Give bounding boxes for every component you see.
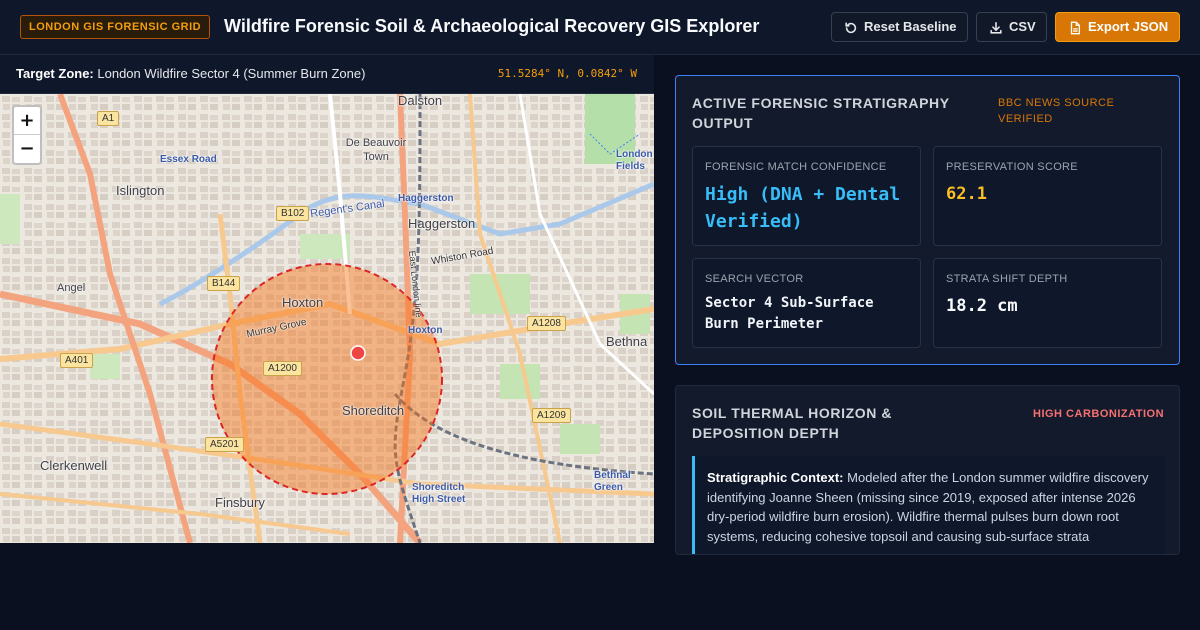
export-json-label: Export JSON — [1088, 19, 1169, 34]
place-label: Bethna — [606, 334, 648, 349]
stratigraphy-title: ACTIVE FORENSIC STRATIGRAPHY OUTPUT — [692, 95, 950, 131]
street-label: Essex Road — [160, 154, 217, 165]
card-label: STRATA SHIFT DEPTH — [946, 273, 1068, 285]
map-header: Target Zone: London Wildfire Sector 4 (S… — [0, 55, 654, 94]
card-value: 18.2 cm — [946, 296, 1018, 316]
csv-button[interactable]: CSV — [976, 12, 1047, 42]
card-label: FORENSIC MATCH CONFIDENCE — [705, 161, 887, 173]
place-label: Clerkenwell — [40, 458, 108, 473]
station-label: Shoreditch High Street — [412, 482, 466, 505]
map-view[interactable]: + − Dalston De Beauvoir Town Haggerston … — [0, 94, 654, 543]
soil-horizon-panel: SOIL THERMAL HORIZON & DEPOSITION DEPTH … — [675, 385, 1180, 555]
soil-title: SOIL THERMAL HORIZON & DEPOSITION DEPTH — [692, 405, 893, 441]
road-shield: B102 — [276, 206, 310, 221]
target-marker[interactable] — [350, 345, 366, 361]
place-label: Shoreditch — [342, 403, 405, 418]
reset-icon — [845, 22, 857, 34]
coordinates-readout: 51.5284° N, 0.0842° W — [497, 67, 637, 80]
forensic-match-card: FORENSIC MATCH CONFIDENCE High (DNA + De… — [692, 146, 921, 246]
export-json-button[interactable]: Export JSON — [1055, 12, 1180, 42]
download-icon — [990, 21, 1002, 34]
preservation-score-card: PRESERVATION SCORE 62.1 — [933, 146, 1162, 246]
station-label: London Fields — [616, 149, 653, 172]
place-label: Angel — [57, 282, 86, 294]
card-label: PRESERVATION SCORE — [946, 161, 1078, 173]
road-shield: A1208 — [527, 316, 566, 331]
place-label: Islington — [116, 183, 165, 198]
file-icon — [1070, 21, 1081, 35]
card-value: Sector 4 Sub-Surface Burn Perimeter — [705, 295, 874, 332]
place-label: Hoxton — [282, 295, 324, 310]
strata-shift-card: STRATA SHIFT DEPTH 18.2 cm — [933, 258, 1162, 348]
context-label: Stratigraphic Context: — [707, 470, 844, 485]
target-zone-label: Target Zone: — [16, 66, 94, 81]
zoom-control: + − — [12, 105, 42, 165]
reset-baseline-label: Reset Baseline — [864, 19, 957, 34]
card-value: 62.1 — [946, 184, 987, 204]
place-label: De Beauvoir Town — [345, 137, 407, 163]
carbonization-tag: HIGH CARBONIZATION — [1033, 408, 1165, 420]
stratigraphic-context: Stratigraphic Context: Modeled after the… — [692, 456, 1165, 554]
road-shield: A1209 — [532, 408, 571, 423]
place-label: Finsbury — [215, 495, 265, 510]
zoom-in-button[interactable]: + — [14, 107, 40, 135]
app-title: Wildfire Forensic Soil & Archaeological … — [224, 16, 760, 36]
road-shield: A5201 — [205, 437, 244, 452]
stratigraphy-panel: ACTIVE FORENSIC STRATIGRAPHY OUTPUT BBC … — [675, 75, 1180, 365]
top-bar: LONDON GIS FORENSIC GRID Wildfire Forens… — [0, 0, 1200, 55]
reset-baseline-button[interactable]: Reset Baseline — [831, 12, 968, 42]
brand-badge: LONDON GIS FORENSIC GRID — [20, 15, 211, 39]
station-label: Hoxton — [408, 325, 443, 336]
place-label: Dalston — [398, 94, 443, 108]
csv-label: CSV — [1009, 19, 1036, 34]
road-shield: A401 — [60, 353, 94, 368]
road-shield: A1 — [97, 111, 120, 126]
card-value: High (DNA + Dental Verified) — [705, 184, 901, 232]
burn-zone[interactable] — [211, 263, 443, 495]
station-label: Bethnal Green — [594, 470, 631, 493]
target-zone-value: London Wildfire Sector 4 (Summer Burn Zo… — [97, 66, 366, 81]
target-zone: Target Zone: London Wildfire Sector 4 (S… — [16, 66, 365, 81]
card-label: SEARCH VECTOR — [705, 273, 804, 285]
place-label: Haggerston — [408, 216, 476, 231]
road-shield: A1200 — [263, 361, 302, 376]
source-verified-tag: BBC NEWS SOURCE VERIFIED — [998, 97, 1115, 125]
zoom-out-button[interactable]: − — [14, 135, 40, 163]
station-label: Haggerston — [398, 193, 454, 204]
search-vector-card: SEARCH VECTOR Sector 4 Sub-Surface Burn … — [692, 258, 921, 348]
road-shield: B144 — [207, 276, 241, 291]
